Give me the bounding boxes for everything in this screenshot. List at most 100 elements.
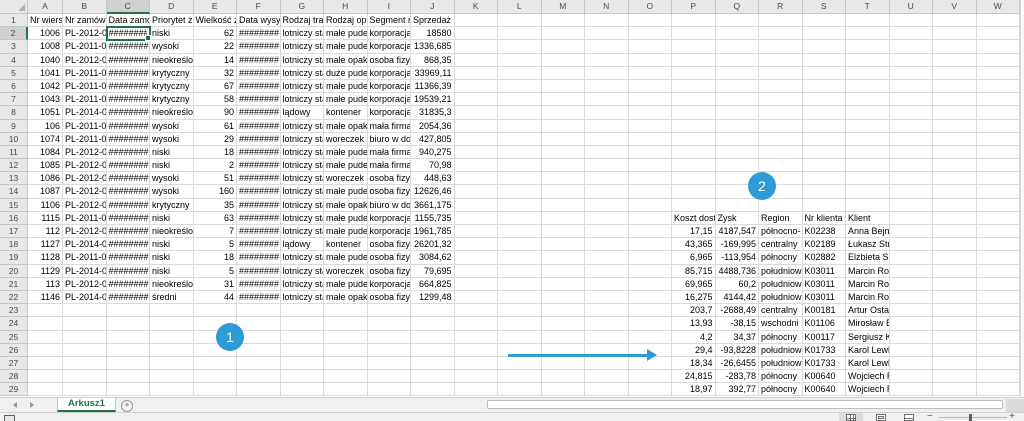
cell-J27[interactable]	[411, 357, 455, 370]
zoom-out-button[interactable]: −	[927, 412, 933, 421]
cell-Q17[interactable]: 4187,547	[716, 225, 760, 238]
cell-L7[interactable]	[498, 93, 542, 106]
row-header-20[interactable]: 20	[0, 265, 28, 278]
cell-V23[interactable]	[933, 304, 977, 317]
cell-S18[interactable]: K02189	[803, 238, 847, 251]
cell-C19[interactable]: ########	[107, 251, 151, 264]
cell-W16[interactable]	[977, 212, 1021, 225]
cell-C12[interactable]: ########	[107, 159, 151, 172]
page-layout-view-button[interactable]	[869, 413, 893, 421]
cell-O3[interactable]	[629, 40, 673, 53]
cell-C10[interactable]: ########	[107, 133, 151, 146]
cell-F27[interactable]	[237, 357, 281, 370]
cell-H27[interactable]	[324, 357, 368, 370]
cell-V15[interactable]	[933, 199, 977, 212]
cell-D4[interactable]: nieokreślo	[150, 54, 194, 67]
cell-Q26[interactable]: -93,8228	[716, 344, 760, 357]
cell-E6[interactable]: 67	[194, 80, 238, 93]
cell-U15[interactable]	[890, 199, 934, 212]
cell-P15[interactable]	[672, 199, 716, 212]
cell-U18[interactable]	[890, 238, 934, 251]
cell-T20[interactable]: Marcin Rowiński	[846, 265, 890, 278]
cell-J1[interactable]: Sprzedaż	[411, 14, 455, 27]
cell-N2[interactable]	[585, 27, 629, 40]
cell-B8[interactable]: PL-2014-0	[63, 106, 107, 119]
cell-A7[interactable]: 1043	[28, 93, 63, 106]
cell-W28[interactable]	[977, 370, 1021, 383]
cell-N28[interactable]	[585, 370, 629, 383]
page-break-view-button[interactable]	[897, 413, 921, 421]
cell-E27[interactable]	[194, 357, 238, 370]
row-header-9[interactable]: 9	[0, 120, 28, 133]
cell-M2[interactable]	[542, 27, 586, 40]
cell-J19[interactable]: 3084,62	[411, 251, 455, 264]
cell-T1[interactable]	[846, 14, 890, 27]
cell-V3[interactable]	[933, 40, 977, 53]
cell-I8[interactable]: korporacja	[368, 106, 412, 119]
macro-record-icon[interactable]	[4, 415, 15, 421]
cell-M18[interactable]	[542, 238, 586, 251]
cell-B12[interactable]: PL-2012-0	[63, 159, 107, 172]
cell-T16[interactable]: Klient	[846, 212, 890, 225]
cell-I16[interactable]: korporacja	[368, 212, 412, 225]
cell-I2[interactable]: korporacja	[368, 27, 412, 40]
cell-D7[interactable]: krytyczny	[150, 93, 194, 106]
cell-E22[interactable]: 44	[194, 291, 238, 304]
cell-W3[interactable]	[977, 40, 1021, 53]
cell-J17[interactable]: 1961,785	[411, 225, 455, 238]
cell-B10[interactable]: PL-2011-0	[63, 133, 107, 146]
cell-H16[interactable]: małe pude	[324, 212, 368, 225]
row-header-12[interactable]: 12	[0, 159, 28, 172]
cell-S16[interactable]: Nr klienta	[803, 212, 847, 225]
cell-E8[interactable]: 90	[194, 106, 238, 119]
cell-R15[interactable]	[759, 199, 803, 212]
cell-A16[interactable]: 1115	[28, 212, 63, 225]
cell-O14[interactable]	[629, 185, 673, 198]
cell-G19[interactable]: lotniczy sta	[281, 251, 325, 264]
cell-L19[interactable]	[498, 251, 542, 264]
cell-L4[interactable]	[498, 54, 542, 67]
cell-W4[interactable]	[977, 54, 1021, 67]
zoom-in-button[interactable]: +	[1009, 412, 1015, 421]
cell-W6[interactable]	[977, 80, 1021, 93]
cell-K28[interactable]	[455, 370, 499, 383]
cell-K22[interactable]	[455, 291, 499, 304]
cell-H12[interactable]: małe pude	[324, 159, 368, 172]
row-header-21[interactable]: 21	[0, 278, 28, 291]
cell-C25[interactable]	[107, 331, 151, 344]
cell-S13[interactable]	[803, 172, 847, 185]
cell-T18[interactable]: Łukasz Stręciwilk	[846, 238, 890, 251]
cell-O10[interactable]	[629, 133, 673, 146]
cell-C17[interactable]: ########	[107, 225, 151, 238]
column-header-L[interactable]: L	[498, 0, 542, 14]
cell-J11[interactable]: 940,275	[411, 146, 455, 159]
cell-N16[interactable]	[585, 212, 629, 225]
cell-B1[interactable]: Nr zamów	[63, 14, 107, 27]
cell-T10[interactable]	[846, 133, 890, 146]
cell-U9[interactable]	[890, 120, 934, 133]
cell-I21[interactable]: korporacja	[368, 278, 412, 291]
cell-A21[interactable]: 113	[28, 278, 63, 291]
cell-V9[interactable]	[933, 120, 977, 133]
cell-C15[interactable]: ########	[107, 199, 151, 212]
cell-I14[interactable]: osoba fizy	[368, 185, 412, 198]
cell-A20[interactable]: 1129	[28, 265, 63, 278]
cell-F28[interactable]	[237, 370, 281, 383]
cell-A28[interactable]	[28, 370, 63, 383]
cell-D1[interactable]: Priorytet z	[150, 14, 194, 27]
cell-H5[interactable]: duże pude	[324, 67, 368, 80]
cell-H14[interactable]: małe pude	[324, 185, 368, 198]
cell-B23[interactable]	[63, 304, 107, 317]
row-header-1[interactable]: 1	[0, 14, 28, 27]
cell-Q1[interactable]	[716, 14, 760, 27]
cell-Q25[interactable]: 34,37	[716, 331, 760, 344]
cell-A18[interactable]: 1127	[28, 238, 63, 251]
sheet-tab-arkusz1[interactable]: Arkusz1	[57, 398, 116, 412]
cell-D16[interactable]: niski	[150, 212, 194, 225]
cell-C29[interactable]	[107, 383, 151, 396]
cell-E14[interactable]: 160	[194, 185, 238, 198]
cell-W1[interactable]	[977, 14, 1021, 27]
cell-U22[interactable]	[890, 291, 934, 304]
column-header-J[interactable]: J	[411, 0, 455, 14]
cell-P7[interactable]	[672, 93, 716, 106]
